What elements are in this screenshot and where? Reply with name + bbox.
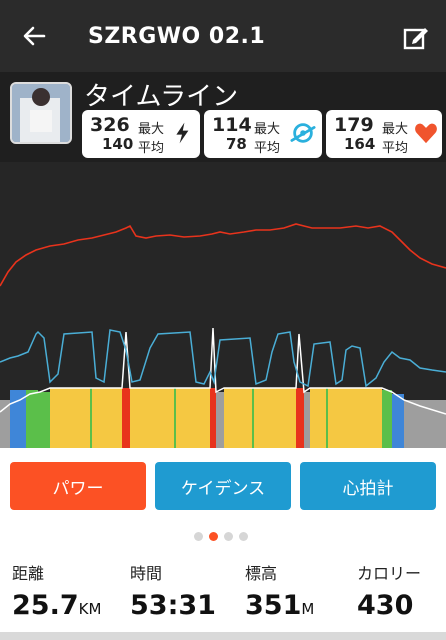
- zone-band: [216, 392, 224, 448]
- zone-band: [38, 392, 50, 448]
- page-dot-active[interactable]: [209, 532, 218, 541]
- avatar: [10, 82, 72, 144]
- page-title: SZRGWO 02.1: [88, 24, 266, 49]
- tab-heart-rate[interactable]: 心拍計: [300, 462, 436, 510]
- cadence-avg-label: 平均: [254, 141, 281, 156]
- heart-icon: [415, 123, 437, 144]
- zone-band: [50, 388, 122, 448]
- app-bar: SZRGWO 02.1: [0, 0, 446, 72]
- lightning-icon: [176, 122, 189, 144]
- page-dot[interactable]: [194, 532, 203, 541]
- timeline-chart[interactable]: [0, 162, 446, 448]
- cadence-max-value: 114: [212, 114, 252, 136]
- zone-band: [304, 392, 310, 448]
- page-dot[interactable]: [224, 532, 233, 541]
- map-preview-strip[interactable]: [0, 632, 446, 640]
- distance-unit: KM: [78, 600, 102, 618]
- distance-label: 距離: [12, 564, 45, 583]
- heart-rate-max-value: 179: [334, 114, 374, 136]
- zone-band: [392, 394, 404, 448]
- tab-power[interactable]: パワー: [10, 462, 146, 510]
- heart-rate-stat-card: 179 最大 164 平均: [326, 110, 442, 158]
- power-max-label: 最大: [138, 122, 165, 137]
- elevation-metric: 標高 351M: [245, 560, 314, 621]
- elevation-label: 標高: [245, 564, 278, 583]
- cadence-max-label: 最大: [254, 122, 281, 137]
- distance-value: 25.7: [12, 590, 79, 621]
- power-max-value: 326: [90, 114, 130, 136]
- edit-icon[interactable]: [402, 24, 430, 52]
- zone-band: [382, 390, 392, 448]
- zone-band: [26, 390, 38, 448]
- zone-band: [310, 388, 382, 448]
- elevation-value: 351: [245, 590, 302, 621]
- summary-panel: タイムライン 326 最大 140 平均 114 最大 78 平均 179 最大…: [0, 72, 446, 162]
- calories-label: カロリー: [357, 564, 422, 583]
- elevation-unit: M: [301, 600, 315, 618]
- zone-band: [326, 388, 328, 448]
- power-avg-value: 140: [102, 135, 134, 153]
- duration-value: 53:31: [130, 590, 216, 621]
- power-stat-card: 326 最大 140 平均: [82, 110, 200, 158]
- calories-value: 430: [357, 590, 414, 621]
- cadence-stat-card: 114 最大 78 平均: [204, 110, 322, 158]
- zone-band: [210, 388, 216, 448]
- distance-metric: 距離 25.7KM: [12, 560, 101, 621]
- zone-band: [174, 388, 176, 448]
- duration-label: 時間: [130, 564, 163, 583]
- zone-band: [296, 388, 304, 448]
- tab-cadence[interactable]: ケイデンス: [155, 462, 291, 510]
- cadence-avg-value: 78: [226, 135, 247, 153]
- zone-band: [136, 388, 210, 448]
- heart-rate-max-label: 最大: [382, 122, 409, 137]
- cadence-icon: [290, 123, 316, 143]
- calories-metric: カロリー 430: [357, 560, 421, 621]
- heart-rate-avg-value: 164: [344, 135, 376, 153]
- zone-band: [122, 388, 130, 448]
- duration-metric: 時間 53:31: [130, 560, 216, 621]
- back-arrow-icon[interactable]: [20, 22, 48, 50]
- timeline-title: タイムライン: [84, 82, 239, 112]
- zone-band: [252, 388, 254, 448]
- page-dot[interactable]: [239, 532, 248, 541]
- power-avg-label: 平均: [138, 141, 165, 156]
- metric-tabs: パワー ケイデンス 心拍計: [0, 448, 446, 528]
- page-indicator: [0, 530, 446, 544]
- zone-band: [224, 388, 296, 448]
- zone-band: [130, 388, 136, 448]
- zone-band: [90, 388, 92, 448]
- heart-rate-avg-label: 平均: [382, 141, 409, 156]
